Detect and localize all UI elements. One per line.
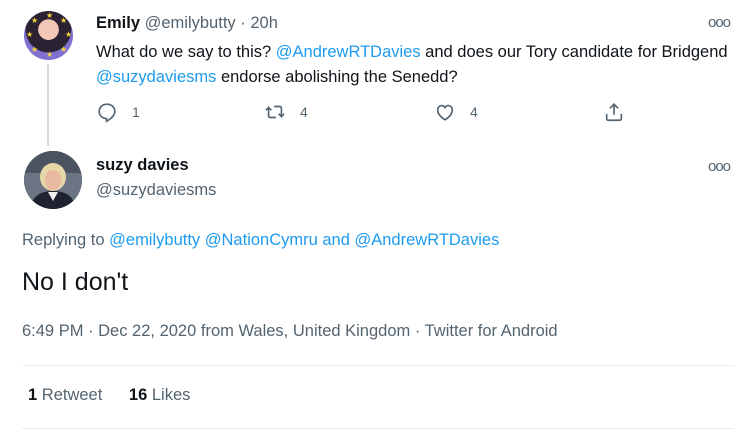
parent-tweet-text: What do we say to this? @AndrewRTDavies … (96, 40, 736, 90)
separator: · (83, 322, 99, 340)
author-name[interactable]: Emily (96, 14, 140, 32)
star-icon: ★ (46, 11, 54, 20)
divider (22, 365, 734, 366)
likes-count: 16 (128, 386, 148, 404)
tweet-client[interactable]: Twitter for Android (425, 322, 558, 340)
replying-to-line: Replying to @emilybutty @NationCymru and… (22, 231, 499, 250)
like-button[interactable]: 4 (434, 99, 478, 125)
author-name[interactable]: suzy davies (96, 156, 189, 175)
mention-link[interactable]: @AndrewRTDavies (276, 43, 421, 61)
tweet-time[interactable]: 20h (250, 14, 278, 32)
reply-mention-link[interactable]: @NationCymru (205, 231, 318, 249)
retweet-button[interactable]: 4 (264, 99, 308, 125)
likes-stat-link[interactable]: 16 Likes (129, 386, 190, 404)
share-icon (605, 103, 623, 122)
divider (22, 428, 734, 429)
reply-mention-link[interactable]: @AndrewRTDavies (355, 231, 500, 249)
mention-link[interactable]: @suzydaviesms (96, 68, 216, 86)
share-button[interactable] (603, 99, 625, 125)
tweet-text: No I don't (22, 268, 129, 296)
star-icon: ★ (31, 45, 39, 54)
separator: · (410, 322, 425, 340)
like-icon (436, 104, 454, 121)
tweet-meta: 6:49 PM · Dec 22, 2020 from Wales, Unite… (22, 322, 558, 341)
retweets-stat-link[interactable]: 1 Retweet (28, 386, 102, 404)
star-icon: ★ (60, 16, 68, 25)
profile-photo (24, 151, 82, 209)
separator: · (240, 14, 246, 32)
star-icon: ★ (46, 50, 54, 59)
thread-connector-line (47, 64, 49, 146)
tweet-text-segment: endorse abolishing the Senedd? (216, 68, 458, 86)
like-count: 4 (470, 104, 478, 120)
reply-button[interactable]: 1 (96, 99, 140, 125)
star-icon: ★ (26, 30, 34, 39)
author-handle[interactable]: @emilybutty (145, 14, 236, 32)
retweet-icon (265, 105, 285, 119)
reply-conjunction: and (317, 231, 355, 249)
tweet-location: from Wales, United Kingdom (196, 322, 411, 340)
reply-count: 1 (132, 104, 140, 120)
reply-icon (98, 103, 116, 123)
more-icon[interactable]: ooo (708, 14, 731, 31)
reply-mention-link[interactable]: @emilybutty (109, 231, 200, 249)
tweet-date[interactable]: Dec 22, 2020 (98, 322, 196, 340)
star-icon: ★ (60, 45, 68, 54)
tweet-text-segment: What do we say to this? (96, 43, 276, 61)
tweet-time[interactable]: 6:49 PM (22, 322, 83, 340)
tweet-text-segment: and does our Tory candidate for Bridgend (420, 43, 728, 61)
tweet-stats: 1 Retweet 16 Likes (28, 386, 190, 405)
retweets-label: Retweet (37, 386, 103, 404)
retweet-count: 4 (300, 104, 308, 120)
retweets-count: 1 (28, 386, 38, 404)
star-icon: ★ (31, 16, 39, 25)
avatar-suzy-davies[interactable] (24, 151, 82, 209)
avatar-emily[interactable]: ★ ★ ★ ★ ★ ★ ★ ★ (24, 11, 73, 60)
replying-to-label: Replying to (22, 231, 110, 249)
author-handle[interactable]: @suzydaviesms (96, 181, 216, 200)
more-icon[interactable]: ooo (708, 158, 731, 175)
star-icon: ★ (65, 30, 73, 39)
parent-tweet-header: Emily @emilybutty · 20h (96, 14, 278, 33)
likes-label: Likes (147, 386, 191, 404)
